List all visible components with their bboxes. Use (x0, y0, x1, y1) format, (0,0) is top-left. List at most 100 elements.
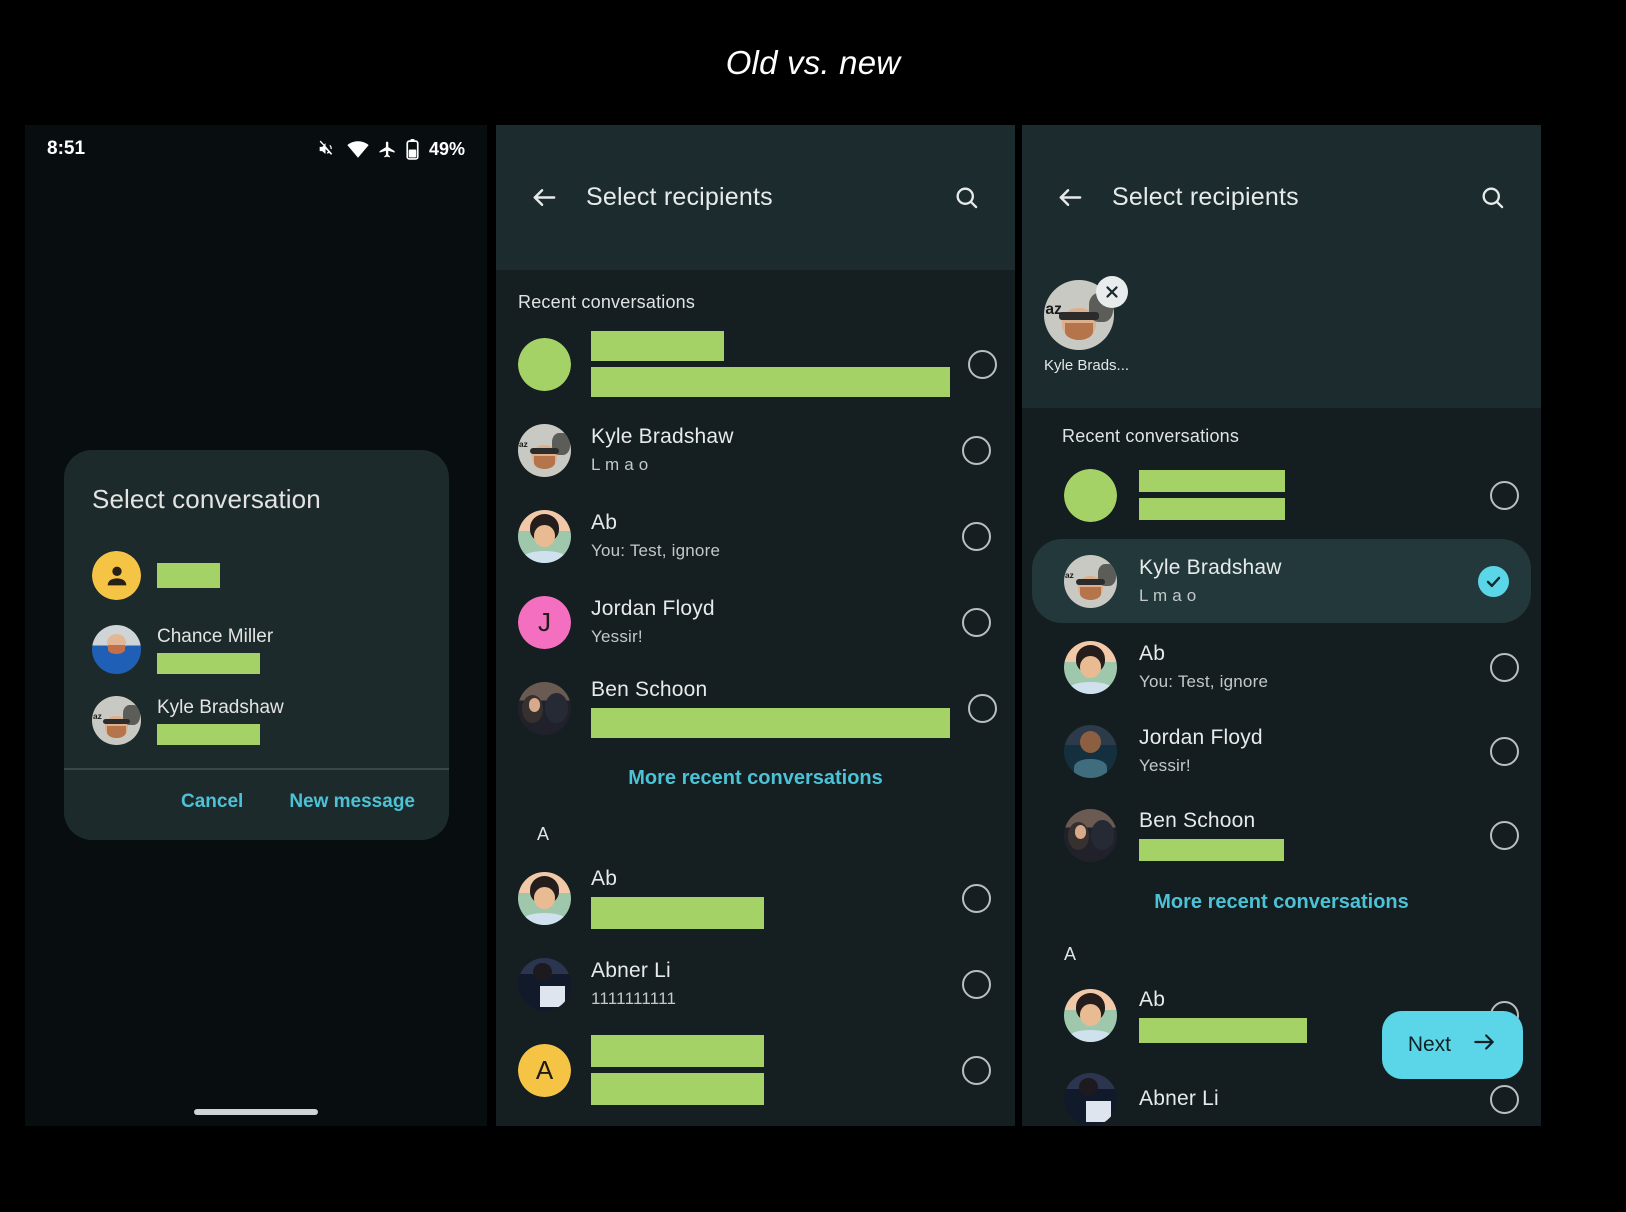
redacted-subtitle-bar (157, 652, 260, 674)
list-item[interactable] (1022, 453, 1541, 537)
person-icon (92, 551, 141, 600)
avatar (92, 696, 141, 745)
list-item-subtitle: You: Test, ignore (1139, 672, 1269, 691)
list-item[interactable]: Ab (496, 855, 1015, 941)
select-radio[interactable] (962, 883, 991, 913)
list-item[interactable]: Chance Miller (64, 614, 449, 685)
select-radio[interactable] (962, 1055, 991, 1085)
avatar (518, 871, 571, 925)
list-item[interactable] (496, 321, 1015, 407)
search-icon[interactable] (1479, 184, 1507, 212)
redacted-name-bar (157, 563, 220, 588)
alpha-section-header: A (1064, 944, 1077, 964)
close-icon[interactable] (1096, 276, 1128, 308)
more-recent-conversations-link[interactable]: More recent conversations (1022, 891, 1541, 914)
cancel-button[interactable]: Cancel (175, 790, 249, 814)
selected-recipients-chips: Kyle Brads... (1022, 270, 1541, 408)
next-button-label: Next (1407, 1033, 1451, 1056)
list-item-name: Jordan Floyd (1139, 726, 1263, 749)
more-recent-conversations-link[interactable]: More recent conversations (496, 767, 1015, 790)
redacted-name-bar (1139, 470, 1285, 492)
status-time: 8:51 (47, 138, 86, 159)
select-radio[interactable] (968, 349, 997, 379)
select-radio[interactable] (1490, 652, 1519, 682)
avatar (518, 423, 571, 477)
section-label-recent: Recent conversations (1062, 426, 1240, 446)
airplane-mode-icon (378, 140, 397, 159)
avatar (92, 551, 141, 600)
avatar (1064, 808, 1117, 862)
list-item-subtitle: Yessir! (591, 627, 643, 646)
list-item[interactable]: Jordan Floyd Yessir! (1022, 709, 1541, 793)
recipient-chip[interactable]: Kyle Brads... (1044, 276, 1129, 374)
select-radio[interactable] (1490, 1084, 1519, 1114)
avatar (1064, 988, 1117, 1042)
list-item[interactable]: Ab You: Test, ignore (496, 493, 1015, 579)
list-item-subtitle: L m a o (1139, 586, 1197, 605)
mute-icon (318, 139, 338, 159)
select-radio[interactable] (1490, 736, 1519, 766)
redacted-subtitle-bar (1139, 839, 1284, 861)
select-radio[interactable] (962, 969, 991, 999)
avatar (518, 957, 571, 1011)
list-item[interactable]: A (496, 1027, 1015, 1113)
new-message-button[interactable]: New message (283, 790, 421, 814)
select-radio[interactable] (962, 435, 991, 465)
select-radio[interactable] (968, 693, 997, 723)
avatar (92, 625, 141, 674)
selected-check-icon[interactable] (1478, 565, 1509, 597)
list-item-subtitle: 1111111111 (591, 989, 677, 1008)
list-item-name: Ab (1139, 987, 1166, 1011)
back-arrow-icon[interactable] (530, 183, 559, 212)
back-arrow-icon[interactable] (1056, 183, 1085, 212)
avatar (518, 337, 571, 391)
status-bar: 8:51 49% (25, 125, 487, 173)
list-item[interactable]: Abner Li 1111111111 (496, 941, 1015, 1027)
select-radio[interactable] (1490, 820, 1519, 850)
redacted-name-bar (591, 1035, 764, 1067)
list-item-name: Abner Li (1139, 1087, 1219, 1110)
dialog-conversation-list: Chance Miller Kyle Bradshaw (64, 521, 449, 756)
search-icon[interactable] (953, 184, 981, 212)
list-item[interactable]: Ab You: Test, ignore (1022, 625, 1541, 709)
list-item[interactable]: Kyle Bradshaw L m a o (496, 407, 1015, 493)
list-item[interactable]: Kyle Bradshaw (64, 685, 449, 756)
avatar (1064, 640, 1117, 694)
list-item[interactable]: Ben Schoon (496, 665, 1015, 751)
list-item-subtitle: You: Test, ignore (591, 541, 721, 560)
app-bar: Select recipients (496, 125, 1015, 270)
redacted-subtitle-bar (591, 1073, 764, 1105)
list-item-name: Ab (591, 511, 618, 534)
mid-phone-panel: Select recipients Recent conversations a… (496, 125, 1015, 1126)
redacted-subtitle-bar (1139, 498, 1285, 520)
redacted-subtitle-bar (591, 897, 764, 929)
app-bar-title: Select recipients (1112, 183, 1299, 211)
screenshot-root: Old vs. new 8:51 49% Select conversation… (0, 0, 1626, 1212)
alpha-section-header: A (537, 824, 550, 844)
avatar (1064, 554, 1117, 608)
gesture-bar[interactable] (194, 1109, 318, 1115)
list-item-name: Kyle Bradshaw (1139, 556, 1282, 579)
list-item[interactable]: Ben Schoon (1022, 793, 1541, 877)
list-item-selected[interactable]: Kyle Bradshaw L m a o (1032, 539, 1531, 623)
list-item[interactable]: J Jordan Floyd Yessir! (496, 579, 1015, 665)
app-bar-title: Select recipients (586, 183, 773, 211)
avatar: A (518, 1043, 571, 1097)
redacted-subtitle-bar (591, 367, 950, 397)
select-radio[interactable] (962, 521, 991, 551)
next-button[interactable]: Next (1381, 1011, 1523, 1079)
redacted-subtitle-bar (157, 723, 260, 745)
list-item-name: Ab (1139, 642, 1166, 665)
wifi-icon (347, 140, 369, 158)
redacted-subtitle-bar (591, 708, 950, 738)
select-radio[interactable] (962, 607, 991, 637)
select-radio[interactable] (1490, 480, 1519, 510)
list-item-name: Kyle Bradshaw (591, 425, 734, 448)
list-item-name: Ben Schoon (591, 678, 708, 701)
avatar (1064, 1072, 1117, 1126)
app-bar: Select recipients (1022, 125, 1541, 270)
dialog-title: Select conversation (92, 484, 321, 514)
old-phone-panel: 8:51 49% Select conversation Chance Mill… (25, 125, 487, 1126)
section-label-recent: Recent conversations (518, 292, 696, 312)
list-item[interactable] (64, 535, 449, 614)
